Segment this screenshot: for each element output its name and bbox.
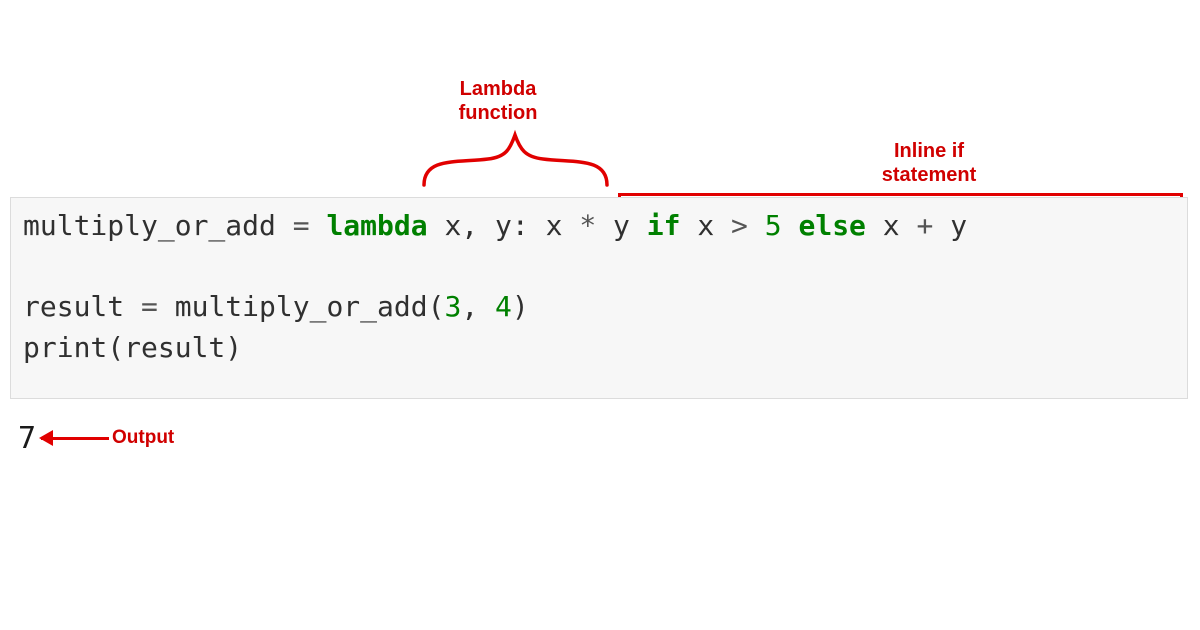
code-text: result xyxy=(23,290,141,323)
output-value: 7 xyxy=(18,421,36,456)
if-keyword: if xyxy=(647,209,681,242)
code-text: multiply_or_add xyxy=(23,209,293,242)
python-code-block: multiply_or_add = lambda x, y: x * y if … xyxy=(10,197,1188,399)
number-three: 3 xyxy=(444,290,461,323)
lambda-annotation-label: Lambda function xyxy=(438,77,558,125)
equals-op: = xyxy=(293,209,310,242)
number-five: 5 xyxy=(765,209,782,242)
inline-if-annotation-label: Inline if statement xyxy=(859,139,999,187)
arrow-left-icon xyxy=(41,437,109,440)
lambda-brace-icon xyxy=(418,127,613,189)
star-op: * xyxy=(579,209,596,242)
code-text: y xyxy=(933,209,967,242)
equals-op: = xyxy=(141,290,158,323)
number-four: 4 xyxy=(495,290,512,323)
plus-op: + xyxy=(917,209,934,242)
code-text: ) xyxy=(512,290,529,323)
code-text: , xyxy=(461,290,495,323)
code-text: print(result) xyxy=(23,331,242,364)
code-text: multiply_or_add( xyxy=(158,290,445,323)
code-text: x xyxy=(680,209,731,242)
code-text xyxy=(782,209,799,242)
code-text: x xyxy=(866,209,917,242)
code-text: y xyxy=(596,209,647,242)
else-keyword: else xyxy=(798,209,865,242)
output-annotation-label: Output xyxy=(112,427,174,449)
code-text: x, y: x xyxy=(428,209,580,242)
code-text xyxy=(310,209,327,242)
lambda-keyword: lambda xyxy=(326,209,427,242)
gt-op: > xyxy=(731,209,748,242)
code-text xyxy=(748,209,765,242)
